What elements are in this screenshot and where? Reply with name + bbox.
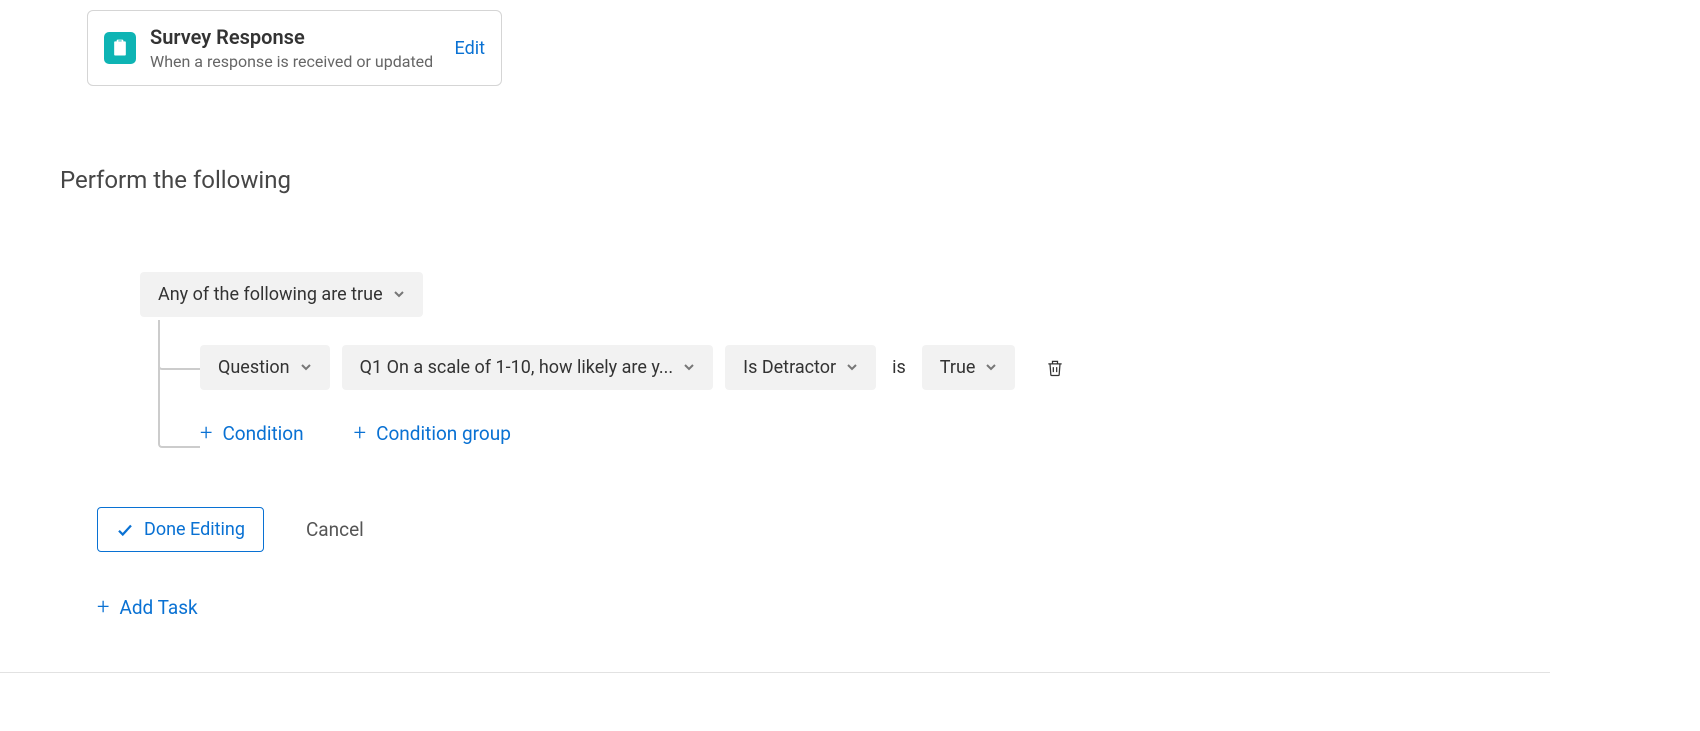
done-label: Done Editing	[144, 519, 245, 540]
done-editing-button[interactable]: Done Editing	[97, 507, 264, 552]
operator-label: Is Detractor	[743, 357, 836, 378]
question-dropdown[interactable]: Q1 On a scale of 1-10, how likely are y.…	[342, 345, 714, 390]
condition-rule-row: Question Q1 On a scale of 1-10, how like…	[200, 345, 1550, 390]
selector-type-label: Question	[218, 357, 290, 378]
trash-icon	[1045, 357, 1065, 379]
add-condition-label: Condition	[222, 422, 303, 445]
add-condition-group-button[interactable]: + Condition group	[354, 422, 511, 445]
add-condition-button[interactable]: + Condition	[200, 422, 304, 445]
operator-dropdown[interactable]: Is Detractor	[725, 345, 876, 390]
group-type-label: Any of the following are true	[158, 284, 383, 305]
question-label: Q1 On a scale of 1-10, how likely are y.…	[360, 357, 674, 378]
clipboard-icon	[104, 32, 136, 64]
chevron-down-icon	[683, 357, 695, 378]
trigger-text: Survey Response When a response is recei…	[150, 25, 441, 71]
chevron-down-icon	[393, 284, 405, 305]
delete-condition-button[interactable]	[1045, 357, 1065, 379]
plus-icon: +	[97, 597, 109, 619]
divider	[0, 672, 1550, 673]
tree-connector	[158, 320, 200, 448]
chevron-down-icon	[985, 357, 997, 378]
condition-block: Any of the following are true Question Q…	[140, 272, 1550, 445]
chevron-down-icon	[300, 357, 312, 378]
plus-icon: +	[354, 423, 366, 445]
chevron-down-icon	[846, 357, 858, 378]
plus-icon: +	[200, 423, 212, 445]
check-icon	[116, 521, 134, 539]
trigger-subtitle: When a response is received or updated	[150, 52, 441, 71]
trigger-title: Survey Response	[150, 25, 441, 49]
add-task-button[interactable]: + Add Task	[97, 596, 198, 619]
trigger-card: Survey Response When a response is recei…	[87, 10, 502, 86]
add-group-label: Condition group	[376, 422, 511, 445]
cancel-button[interactable]: Cancel	[306, 518, 364, 541]
group-type-dropdown[interactable]: Any of the following are true	[140, 272, 423, 317]
selector-type-dropdown[interactable]: Question	[200, 345, 330, 390]
value-dropdown[interactable]: True	[922, 345, 1016, 390]
add-task-label: Add Task	[119, 596, 197, 619]
is-word: is	[892, 357, 906, 378]
edit-trigger-link[interactable]: Edit	[455, 38, 485, 59]
value-label: True	[940, 357, 976, 378]
section-heading: Perform the following	[60, 166, 1550, 194]
